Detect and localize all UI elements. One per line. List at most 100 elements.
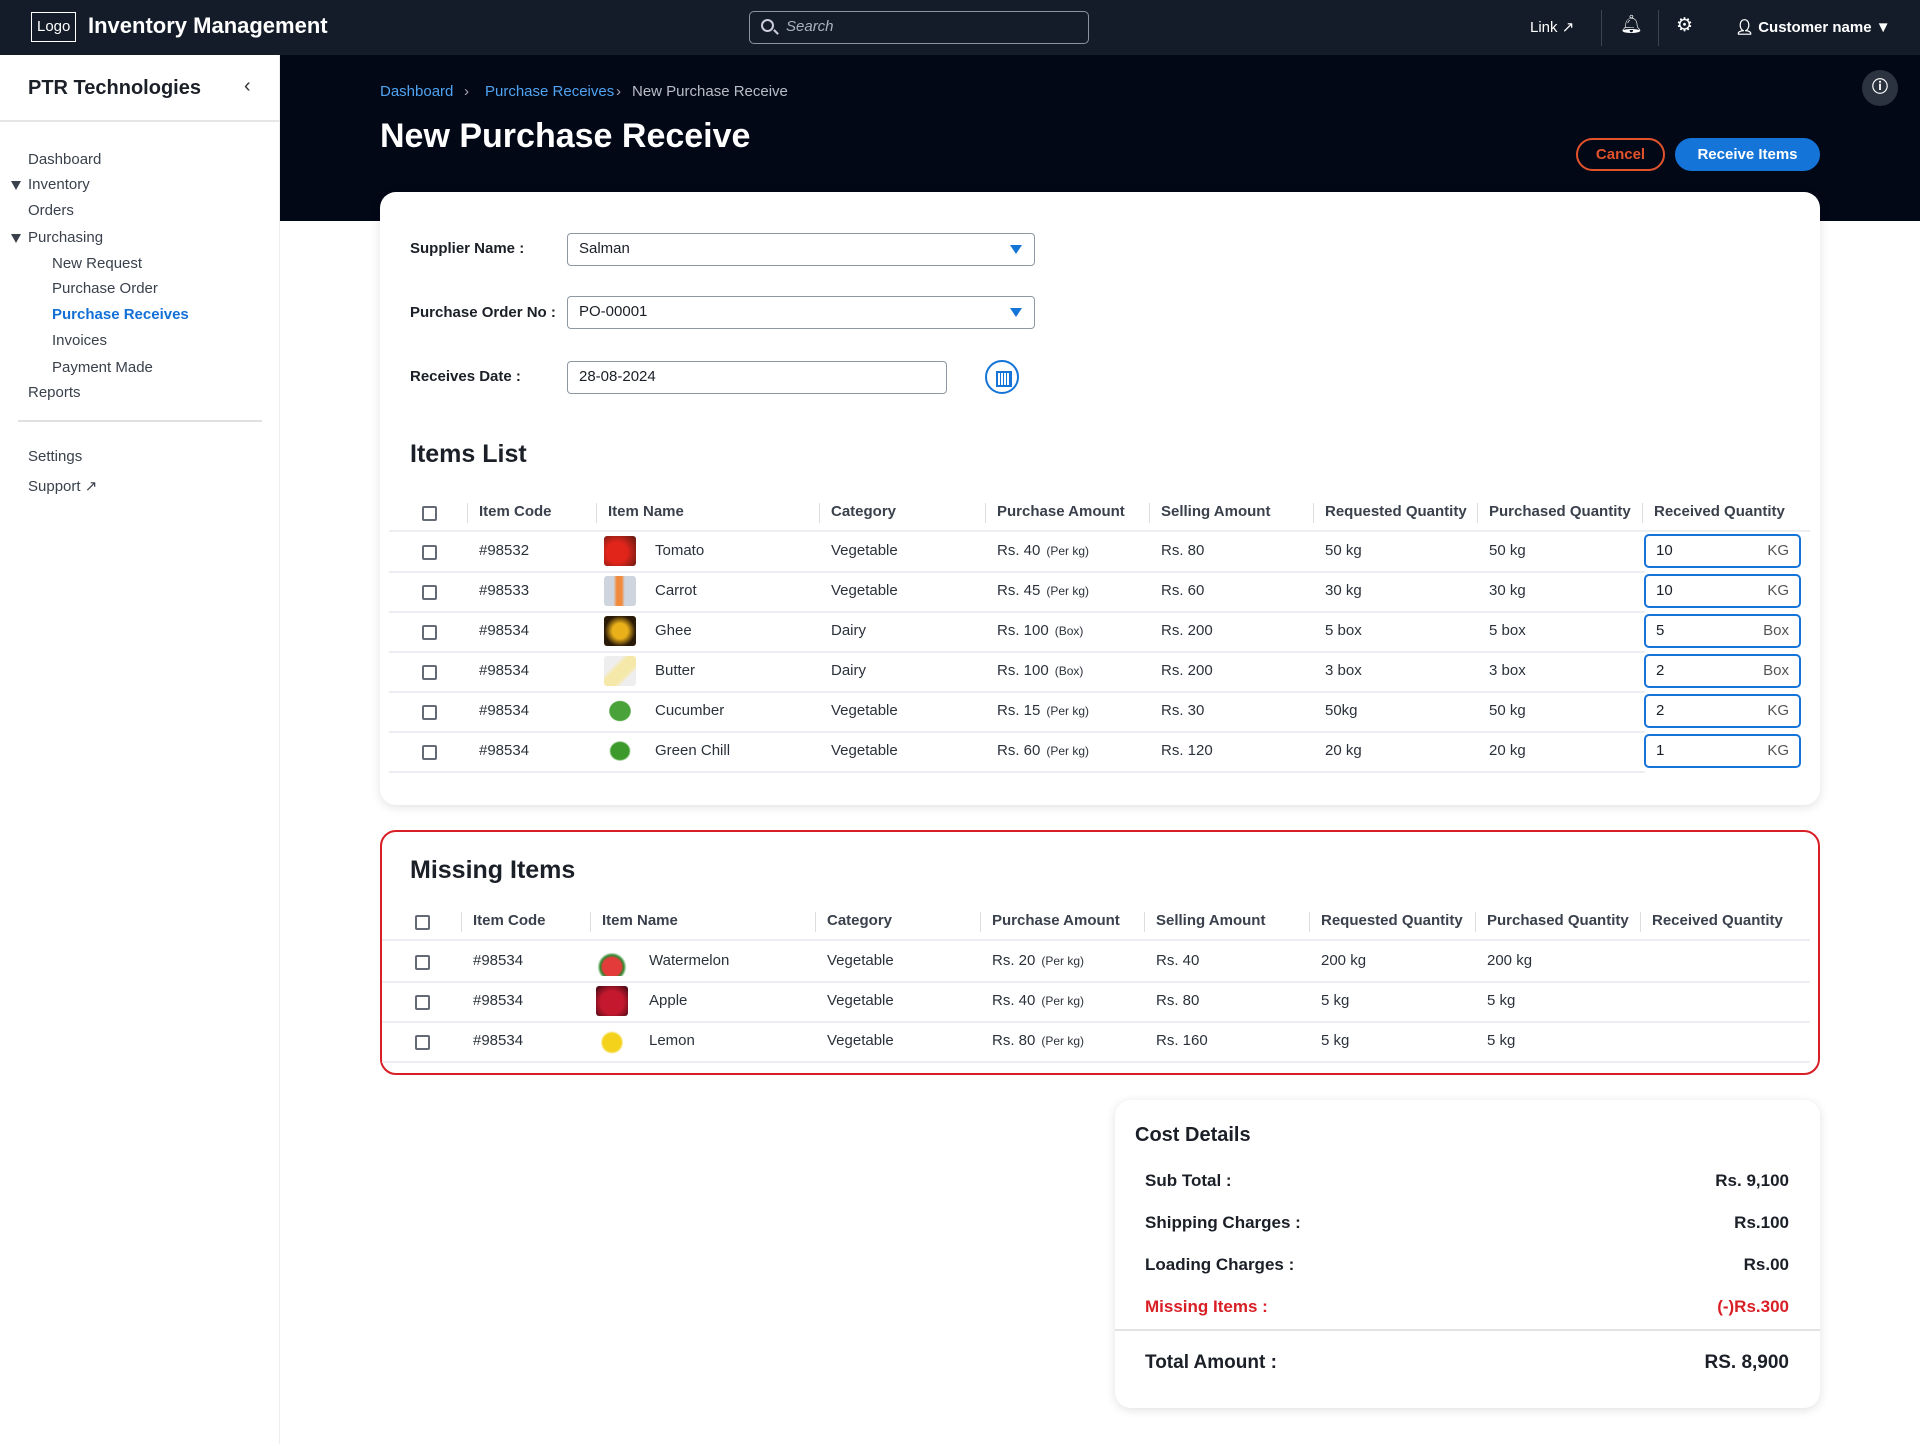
- unit-note: (Per kg): [1041, 994, 1085, 1008]
- category: Vegetable: [831, 742, 898, 759]
- selling-amount: Rs. 200: [1161, 662, 1213, 679]
- category: Vegetable: [827, 952, 894, 969]
- sidebar-item-settings[interactable]: Settings: [28, 448, 82, 465]
- received-quantity-input[interactable]: 1 KG: [1644, 734, 1801, 768]
- column-divider: [980, 912, 981, 932]
- divider: [18, 420, 262, 422]
- divider: [0, 120, 280, 122]
- item-name: Green Chill: [655, 742, 731, 759]
- column-divider: [1309, 912, 1310, 932]
- received-quantity-input[interactable]: 10 KG: [1644, 574, 1801, 608]
- unit-note: (Per kg): [1046, 744, 1090, 758]
- row-checkbox[interactable]: [422, 745, 437, 760]
- sidebar-item-orders[interactable]: Orders: [28, 202, 74, 219]
- row-checkbox[interactable]: [415, 995, 430, 1010]
- breadcrumb-dashboard[interactable]: Dashboard: [380, 83, 453, 100]
- external-link-icon: ↗: [84, 478, 98, 495]
- row-divider: [389, 571, 1645, 573]
- column-header: Item Name: [608, 503, 684, 520]
- sidebar-item-payment-made[interactable]: Payment Made: [52, 359, 153, 376]
- row-checkbox[interactable]: [415, 1035, 430, 1050]
- user-menu[interactable]: 👤︎ Customer name ▼: [1735, 18, 1891, 36]
- user-icon: 👤︎: [1735, 19, 1755, 36]
- column-divider: [467, 503, 468, 523]
- sidebar-item-purchase-order[interactable]: Purchase Order: [52, 280, 158, 297]
- selling-amount: Rs. 60: [1161, 582, 1205, 599]
- cost-details-title: Cost Details: [1135, 1124, 1251, 1146]
- category: Dairy: [831, 622, 867, 639]
- item-name: Butter: [655, 662, 696, 679]
- receive-items-button[interactable]: Receive Items: [1675, 138, 1820, 171]
- sub-total-label: Sub Total :: [1145, 1171, 1232, 1190]
- received-value: 10: [1656, 542, 1673, 559]
- item-name: Tomato: [655, 542, 705, 559]
- select-all-checkbox[interactable]: [415, 915, 430, 930]
- logo[interactable]: Logo: [31, 12, 77, 42]
- selling-amount: Rs. 30: [1161, 702, 1205, 719]
- row-checkbox[interactable]: [422, 545, 437, 560]
- select-all-checkbox[interactable]: [422, 506, 437, 521]
- ghee-image: [604, 616, 636, 646]
- requested-quantity: 200 kg: [1321, 952, 1367, 969]
- row-checkbox[interactable]: [422, 585, 437, 600]
- gear-icon[interactable]: ⚙: [1676, 14, 1693, 37]
- collapse-sidebar-icon[interactable]: ‹: [244, 75, 251, 98]
- breadcrumb-purchase-receives[interactable]: Purchase Receives: [485, 83, 614, 100]
- purchased-quantity: 50 kg: [1489, 702, 1526, 719]
- item-code: #98534: [479, 662, 530, 679]
- purchase-amount: Rs. 15 (Per kg): [997, 702, 1090, 719]
- column-divider: [1144, 912, 1145, 932]
- sidebar-item-dashboard[interactable]: Dashboard: [28, 151, 101, 168]
- support-label: Support: [28, 478, 81, 495]
- header-link[interactable]: Link ↗: [1530, 18, 1574, 36]
- row-checkbox[interactable]: [422, 665, 437, 680]
- company-name: PTR Technologies: [28, 77, 201, 99]
- unit-note: (Per kg): [1041, 1034, 1085, 1048]
- date-input[interactable]: 28-08-2024: [567, 361, 947, 394]
- expand-triangle-icon[interactable]: [11, 234, 21, 243]
- purchased-quantity: 3 box: [1489, 662, 1526, 679]
- cancel-button[interactable]: Cancel: [1576, 138, 1665, 171]
- column-divider: [1313, 503, 1314, 523]
- column-divider: [1642, 503, 1643, 523]
- calendar-icon[interactable]: [985, 360, 1019, 394]
- sidebar-item-support[interactable]: Support ↗: [28, 477, 97, 495]
- category: Vegetable: [831, 582, 898, 599]
- row-checkbox[interactable]: [422, 705, 437, 720]
- received-quantity-input[interactable]: 2 Box: [1644, 654, 1801, 688]
- row-checkbox[interactable]: [422, 625, 437, 640]
- purchased-quantity: 200 kg: [1487, 952, 1533, 969]
- info-icon[interactable]: ⓘ: [1862, 70, 1898, 106]
- expand-triangle-icon[interactable]: [11, 181, 21, 190]
- supplier-select[interactable]: Salman: [567, 233, 1035, 266]
- item-code: #98534: [473, 1032, 524, 1049]
- sidebar-item-new-request[interactable]: New Request: [52, 255, 142, 272]
- received-quantity-input[interactable]: 5 Box: [1644, 614, 1801, 648]
- sidebar-item-purchase-receives[interactable]: Purchase Receives: [52, 306, 189, 323]
- sidebar-item-purchasing[interactable]: Purchasing: [28, 229, 103, 246]
- category: Dairy: [831, 662, 867, 679]
- purchase-amount: Rs. 40 (Per kg): [997, 542, 1090, 559]
- received-quantity-input[interactable]: 2 KG: [1644, 694, 1801, 728]
- sidebar-item-invoices[interactable]: Invoices: [52, 332, 107, 349]
- column-header: Category: [827, 912, 893, 929]
- column-divider: [985, 503, 986, 523]
- category: Vegetable: [831, 702, 898, 719]
- sidebar-item-reports[interactable]: Reports: [28, 384, 81, 401]
- selling-amount: Rs. 40: [1156, 952, 1200, 969]
- sidebar-item-inventory[interactable]: Inventory: [28, 176, 90, 193]
- po-select[interactable]: PO-00001: [567, 296, 1035, 329]
- purchase-amount: Rs. 80 (Per kg): [992, 1032, 1085, 1049]
- green-chilli-image: [604, 736, 636, 766]
- bell-icon[interactable]: 🔔︎: [1620, 14, 1643, 35]
- received-quantity-input[interactable]: 10 KG: [1644, 534, 1801, 568]
- receive-form-card: [380, 192, 1820, 805]
- column-header: Requested Quantity: [1325, 503, 1467, 520]
- purchase-amount: Rs. 40 (Per kg): [992, 992, 1085, 1009]
- header-divider: [389, 530, 1810, 532]
- search-input[interactable]: Search: [749, 11, 1089, 44]
- row-divider: [382, 1061, 1810, 1063]
- requested-quantity: 5 kg: [1321, 992, 1350, 1009]
- received-unit: KG: [1767, 582, 1789, 599]
- row-checkbox[interactable]: [415, 955, 430, 970]
